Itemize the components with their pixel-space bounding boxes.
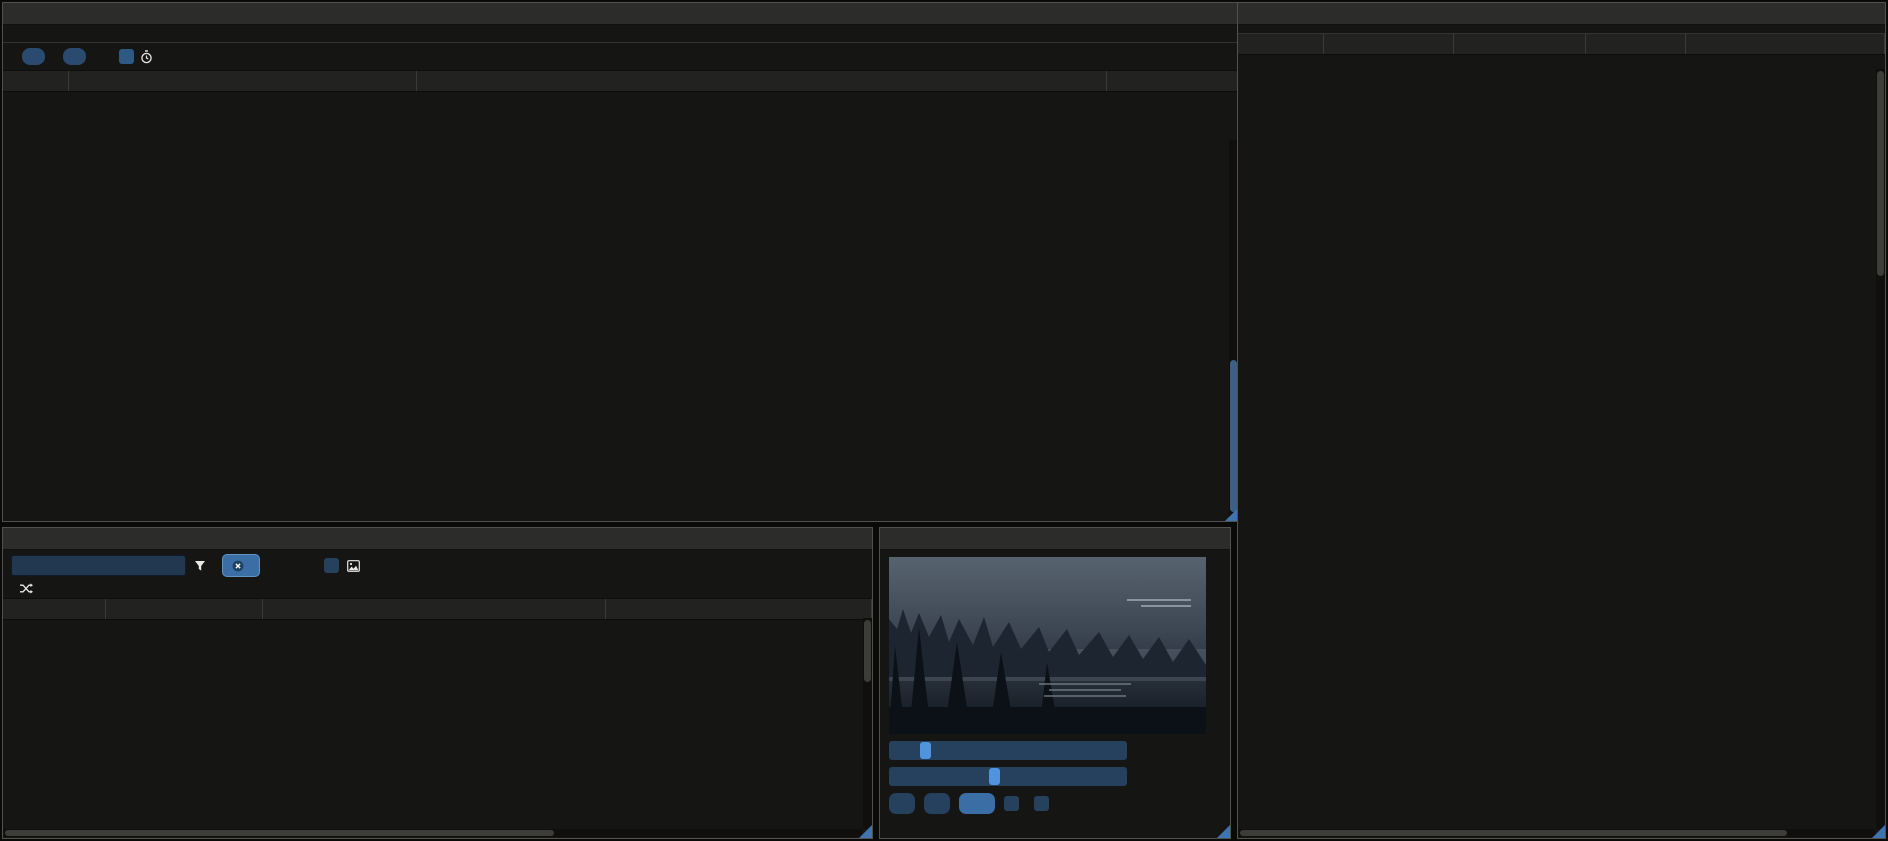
clear-button[interactable] (222, 554, 260, 577)
messages-toolbar (3, 550, 872, 581)
filter-input[interactable] (11, 555, 186, 576)
callstack-table-body (3, 92, 1238, 521)
column-header-cpu-migrations[interactable] (1686, 34, 1885, 54)
messages-table-body (3, 620, 872, 838)
messages-table-header (3, 599, 872, 620)
resize-grip[interactable] (1217, 825, 1230, 838)
column-header-message (263, 599, 606, 619)
cpu-scrollbar[interactable] (1876, 69, 1885, 829)
messages-hscrollbar[interactable] (4, 829, 862, 837)
show-time-toggle[interactable] (119, 49, 159, 64)
playback-titlebar (880, 528, 1230, 550)
show-time-checkbox[interactable] (119, 49, 134, 64)
filter-funnel-icon (194, 560, 206, 572)
column-header-location (417, 71, 1107, 91)
messages-scrollbar-thumb[interactable] (864, 620, 871, 682)
column-header-time (3, 599, 106, 619)
playback-controls (889, 793, 1221, 814)
column-header-running-time[interactable] (1454, 34, 1586, 54)
playback-speed-slider[interactable] (889, 767, 1127, 786)
column-header-running-regions[interactable] (1586, 34, 1686, 54)
playback-frame-image[interactable] (889, 557, 1206, 734)
column-header-thread (106, 599, 263, 619)
zoom-2x-checkbox[interactable] (1034, 796, 1049, 811)
next-frame-button[interactable] (924, 793, 950, 814)
cpu-scrollbar-thumb[interactable] (1877, 71, 1884, 276)
messages-scrollbar[interactable] (863, 618, 872, 829)
cpu-info-row (1238, 25, 1885, 34)
resize-grip[interactable] (859, 825, 872, 838)
column-header-name[interactable] (1324, 34, 1454, 54)
play-button[interactable] (959, 793, 995, 814)
prev-frame-button[interactable] (889, 793, 915, 814)
tracy-profiler-screen (0, 0, 1888, 841)
visible-threads-row[interactable] (3, 581, 872, 599)
sync-timeline-checkbox[interactable] (1004, 796, 1019, 811)
frame-image-slider-row (889, 741, 1221, 760)
cpu-data-panel (1237, 2, 1886, 839)
column-header-frame (3, 71, 69, 91)
column-header-image (1107, 71, 1238, 91)
cpu-hscrollbar[interactable] (1239, 829, 1875, 837)
playback-body (880, 550, 1230, 828)
column-header-function (69, 71, 417, 91)
callstack-table-header (3, 71, 1238, 92)
resize-grip[interactable] (1872, 825, 1885, 838)
symbol-info (3, 25, 1238, 43)
messages-titlebar (3, 528, 872, 550)
playback-panel (879, 527, 1231, 839)
clear-x-icon (232, 560, 244, 572)
cpu-hscrollbar-thumb[interactable] (1240, 830, 1787, 836)
sync-timeline-toggle[interactable] (1004, 796, 1025, 811)
frame-image-icon (347, 560, 360, 572)
playback-speed-value (889, 767, 1127, 786)
callstack-panel (2, 2, 1239, 522)
frame-image-value (889, 741, 1127, 760)
stopwatch-icon (140, 50, 153, 64)
cpu-table-body (1238, 55, 1885, 838)
column-header-callstack (606, 599, 872, 619)
shuffle-icon (19, 583, 33, 594)
cpu-table-header (1238, 34, 1885, 55)
prev-callstack-button[interactable] (22, 48, 45, 65)
playback-speed-slider-row (889, 767, 1221, 786)
cpu-titlebar (1238, 3, 1885, 25)
messages-hscrollbar-thumb[interactable] (5, 830, 554, 836)
show-frame-checkbox[interactable] (324, 558, 339, 573)
callstack-scrollbar-thumb[interactable] (1230, 360, 1237, 512)
zoom-2x-toggle[interactable] (1034, 796, 1055, 811)
column-header-pid-tid[interactable] (1238, 34, 1324, 54)
next-callstack-button[interactable] (63, 48, 86, 65)
messages-panel (2, 527, 873, 839)
frame-image-slider[interactable] (889, 741, 1127, 760)
callstack-titlebar (3, 3, 1238, 25)
parent-callstack-toolbar (3, 43, 1238, 71)
